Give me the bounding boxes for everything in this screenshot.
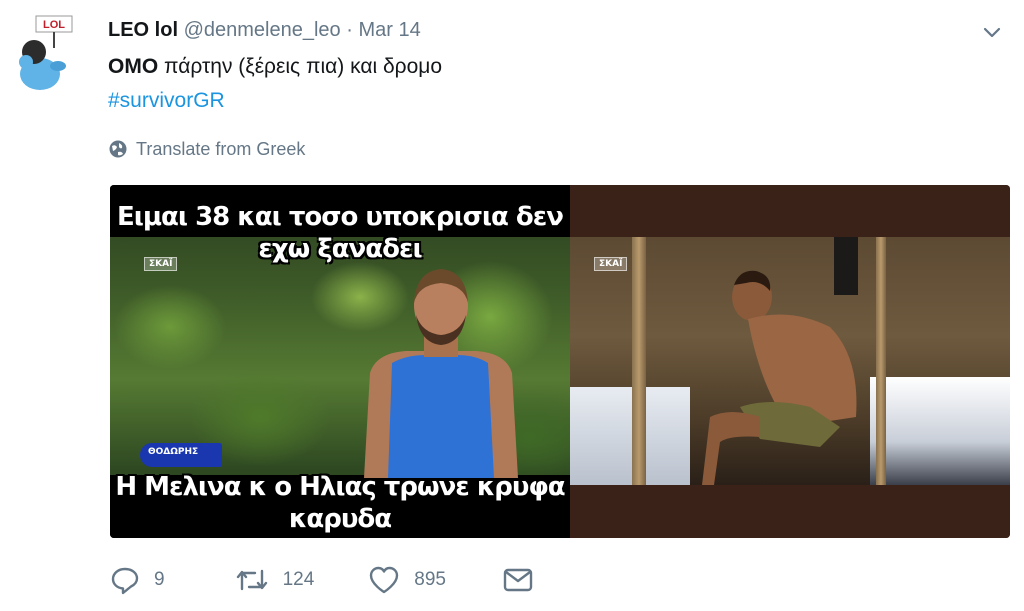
translate-label: Translate from Greek xyxy=(136,139,306,159)
tweet-actions: 9 124 895 xyxy=(110,565,534,595)
avatar-bird-icon: LOL xyxy=(19,15,73,90)
tweet-text-bold: ΟΜΟ xyxy=(108,55,159,78)
hut-interior xyxy=(570,237,1010,485)
retweet-count: 124 xyxy=(282,569,315,590)
man-blue-tank-figure xyxy=(356,263,526,483)
caption-top: Ειμαι 38 και τοσο υποκρισια δεν εχω ξανα… xyxy=(110,201,570,265)
caption-top-line2: εχω ξαναδει xyxy=(258,234,422,264)
tweet-media-image[interactable]: ΣΚΑΪ ΘΟΔΩΡΗΣ Ειμαι 38 και τοσο υποκρισια… xyxy=(110,185,1010,538)
reply-icon xyxy=(111,567,139,595)
channel-logo-right: ΣΚΑΪ xyxy=(594,257,628,271)
caption-bottom-line2: καρυδα xyxy=(288,504,392,534)
bed-left xyxy=(570,387,690,485)
like-button[interactable]: 895 xyxy=(368,565,446,595)
caption-bottom: Η Μελινα κ ο Ηλιας τρωνε κρυφα καρυδα xyxy=(110,471,570,535)
tweet-date[interactable]: Mar 14 xyxy=(358,19,420,41)
wooden-pole xyxy=(632,237,646,485)
meme-left-panel: ΣΚΑΪ ΘΟΔΩΡΗΣ Ειμαι 38 και τοσο υποκρισια… xyxy=(110,185,570,538)
retweet-button[interactable]: 124 xyxy=(235,565,315,595)
wooden-pole xyxy=(876,237,886,485)
tweet-header: LEO lol @denmelene_leo · Mar 14 xyxy=(108,16,964,44)
tweet-text-rest: πάρτην (ξέρεις πια) και δρομο xyxy=(158,55,443,78)
sponsor-tag: ΘΟΔΩΡΗΣ xyxy=(140,443,223,467)
envelope-icon xyxy=(503,568,533,592)
translate-link[interactable]: Translate from Greek xyxy=(108,136,305,162)
separator-dot: · xyxy=(346,19,353,41)
hashtag-link[interactable]: #survivorGR xyxy=(108,86,225,116)
globe-icon xyxy=(109,140,127,158)
avatar[interactable]: LOL xyxy=(14,14,74,94)
direct-message-button[interactable] xyxy=(502,566,534,594)
caption-top-line1: Ειμαι 38 και τοσο υποκρισια δεν xyxy=(117,202,564,232)
reply-button[interactable]: 9 xyxy=(110,565,165,595)
like-count: 895 xyxy=(414,569,446,590)
user-name[interactable]: LEO lol xyxy=(108,19,178,41)
retweet-icon xyxy=(236,569,267,591)
user-handle[interactable]: @denmelene_leo xyxy=(184,19,341,41)
heart-icon xyxy=(370,566,399,594)
meme-right-panel: ΣΚΑΪ xyxy=(570,185,1010,538)
tweet-text: ΟΜΟ πάρτην (ξέρεις πια) και δρομο xyxy=(108,52,442,82)
caption-bottom-line1: Η Μελινα κ ο Ηλιας τρωνε κρυφα xyxy=(115,472,565,502)
tweet-card: LOL LEO lol @denmelene_leo · Mar 14 ΟΜΟ … xyxy=(0,0,1024,611)
man-sitting-figure xyxy=(702,270,857,485)
bed-right xyxy=(870,377,1010,485)
reply-count: 9 xyxy=(154,569,165,590)
avatar-badge: LOL xyxy=(43,19,65,31)
chevron-down-icon[interactable] xyxy=(980,20,1004,44)
